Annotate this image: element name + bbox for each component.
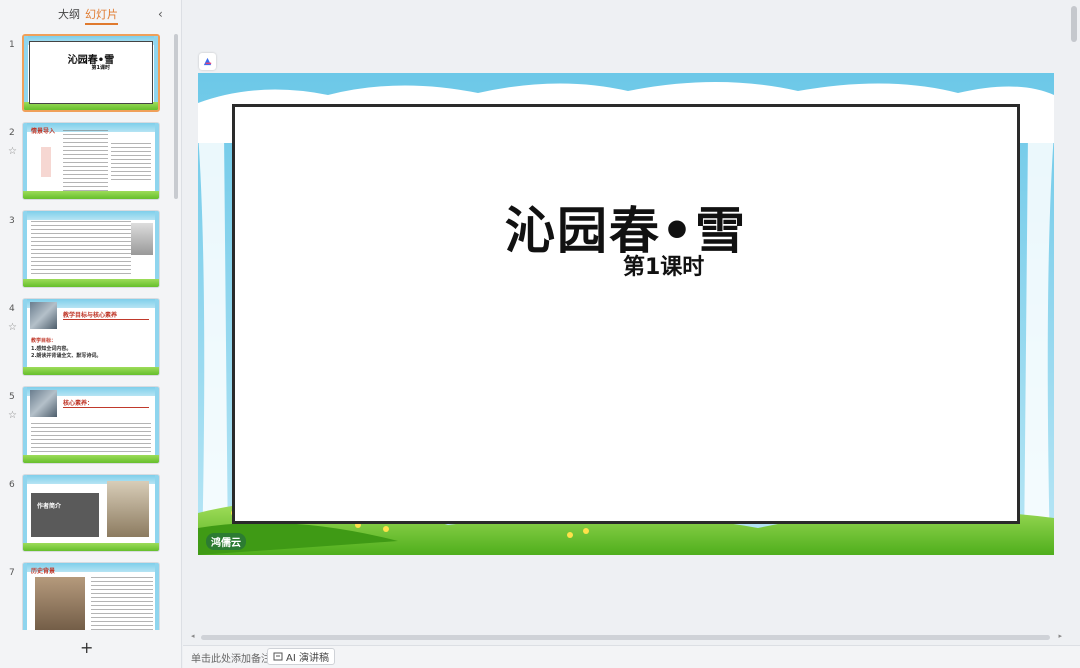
scroll-left-icon[interactable]: ◂: [191, 632, 195, 640]
thumbnail-row: 3: [0, 210, 170, 290]
thumbnail-heading: 情景导入: [31, 128, 56, 135]
slide-thumbnail-5[interactable]: 核心素养：: [22, 386, 160, 464]
thumbnail-heading: 历史背景: [31, 568, 56, 575]
slide-number: 1: [9, 40, 15, 50]
slide-number: 3: [9, 216, 15, 226]
thumbnail-row: 5 ☆ 核心素养：: [0, 386, 170, 466]
thumbnail-row: 2 ☆ 情景导入: [0, 122, 170, 202]
horizontal-scrollbar-track: ◂ ▸: [191, 632, 1062, 641]
slide-number: 5: [9, 392, 15, 402]
slide-thumbnail-3[interactable]: [22, 210, 160, 288]
brand-logo: 鸿儒云: [206, 533, 246, 550]
thumbnail-row: 1 沁园春•雪 第1课时: [0, 34, 170, 114]
notes-bar: 单击此处添加备注 AI 演讲稿: [183, 645, 1080, 668]
slide-panel: 大纲 幻灯片 ‹ 1 沁园春•雪 第1课时 2 ☆ 情景导入 3 4 ☆ 教学目…: [0, 0, 182, 668]
tab-slides[interactable]: 幻灯片: [85, 6, 118, 25]
panel-scrollbar[interactable]: [174, 34, 178, 199]
slide-thumbnail-4[interactable]: 教学目标与核心素养 教学目标： 1.感知全词内容。 2.朗读并背诵全文、默写诗词…: [22, 298, 160, 376]
star-icon[interactable]: ☆: [8, 146, 17, 157]
slide-canvas[interactable]: 沁园春•雪 第1课时 鸿儒云: [198, 73, 1054, 555]
thumbnail-row: 6 作者简介: [0, 474, 170, 554]
panel-tabs: 大纲 幻灯片 ‹: [0, 4, 182, 25]
notes-input[interactable]: 单击此处添加备注: [191, 650, 271, 665]
ai-speech-label: AI 演讲稿: [286, 653, 329, 664]
slide-thumbnail-2[interactable]: 情景导入: [22, 122, 160, 200]
slide-thumbnail-6[interactable]: 作者简介: [22, 474, 160, 552]
slide-content-frame: [232, 104, 1020, 524]
thumbnail-text: 1.感知全词内容。: [31, 346, 72, 352]
horizontal-scrollbar[interactable]: [201, 635, 1050, 640]
thumbnail-row: 4 ☆ 教学目标与核心素养 教学目标： 1.感知全词内容。 2.朗读并背诵全文、…: [0, 298, 170, 378]
slide-number: 6: [9, 480, 15, 490]
thumbnail-subtitle: 第1课时: [91, 65, 110, 71]
ai-speech-button[interactable]: AI 演讲稿: [267, 648, 335, 665]
thumbnail-heading: 作者简介: [37, 503, 62, 510]
tab-outline[interactable]: 大纲: [58, 6, 80, 22]
thumbnail-heading: 核心素养：: [63, 400, 94, 407]
speech-icon: [273, 652, 283, 660]
slide-number: 4: [9, 304, 15, 314]
ai-assistant-icon[interactable]: [199, 53, 216, 70]
thumbnail-row: 7 历史背景: [0, 562, 170, 630]
slide-thumbnail-1[interactable]: 沁园春•雪 第1课时: [22, 34, 160, 112]
editor-area: 沁园春•雪 第1课时 鸿儒云 ◂ ▸: [183, 0, 1080, 645]
scroll-right-icon[interactable]: ▸: [1058, 632, 1062, 640]
thumbnail-text: 教学目标：: [31, 338, 57, 344]
slide-number: 7: [9, 568, 15, 578]
thumbnail-text: 2.朗读并背诵全文、默写诗词。: [31, 353, 102, 359]
slide-number: 2: [9, 128, 15, 138]
star-icon[interactable]: ☆: [8, 322, 17, 333]
collapse-panel-icon[interactable]: ‹: [158, 7, 163, 21]
slide-thumbnail-7[interactable]: 历史背景: [22, 562, 160, 630]
star-icon[interactable]: ☆: [8, 410, 17, 421]
vertical-scrollbar[interactable]: [1071, 6, 1077, 42]
slide-subtitle[interactable]: 第1课时: [623, 249, 704, 281]
thumbnail-heading: 教学目标与核心素养: [63, 312, 118, 319]
thumbnail-list: 1 沁园春•雪 第1课时 2 ☆ 情景导入 3 4 ☆ 教学目标与核心素养 教学…: [0, 30, 182, 630]
add-slide-button[interactable]: +: [80, 638, 93, 657]
